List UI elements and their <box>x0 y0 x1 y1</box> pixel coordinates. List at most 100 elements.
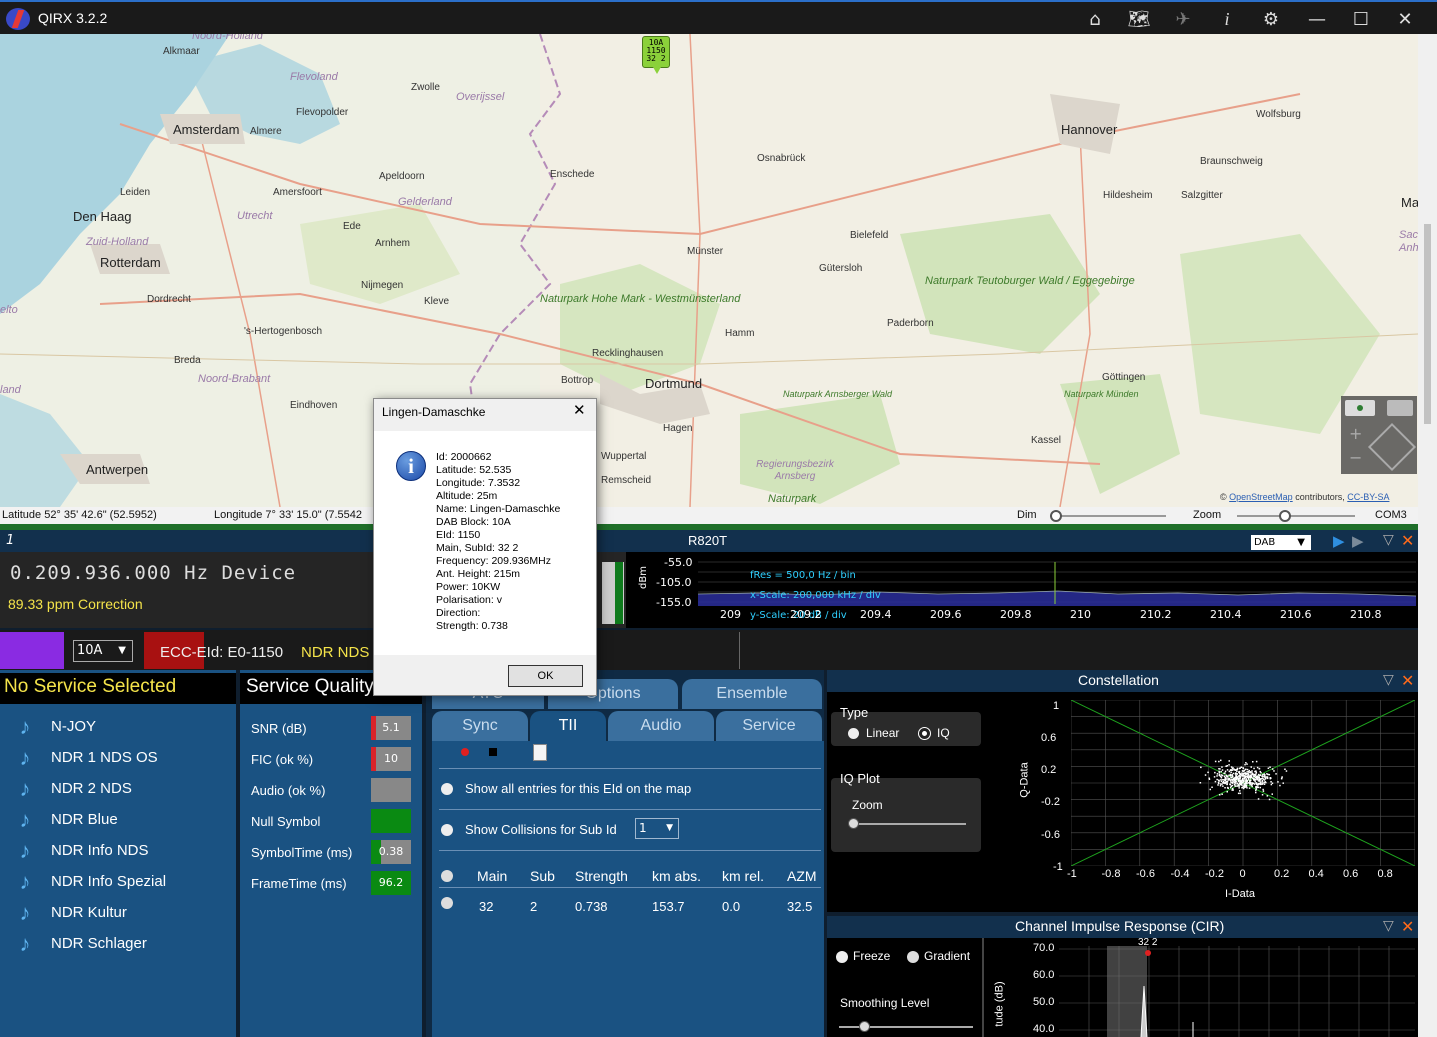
device-index: 1 <box>6 533 15 548</box>
zoom-out-icon[interactable]: − <box>1349 448 1362 467</box>
chevron-down-icon: ▼ <box>1297 537 1305 548</box>
layer-toggle-1[interactable] <box>1345 400 1375 416</box>
dim-slider-knob[interactable] <box>1050 510 1062 522</box>
zoom-slider[interactable] <box>848 818 966 829</box>
constellation-ytick: 0.6 <box>1041 732 1057 744</box>
dialog-close-icon[interactable]: ✕ <box>573 401 586 419</box>
gradient-checkbox[interactable] <box>907 951 919 963</box>
quality-label: SNR (dB) <box>251 721 307 736</box>
transmitter-marker[interactable]: 10A 1150 32 2 <box>642 36 670 74</box>
cir-body: Freeze Gradient Smoothing Level tude (dB… <box>827 937 1418 1037</box>
zoom-slider-knob[interactable] <box>848 818 859 829</box>
home-icon[interactable]: ⌂ <box>1075 5 1115 33</box>
close-icon[interactable]: ✕ <box>1401 531 1414 550</box>
city-label: Münster <box>687 246 724 257</box>
stop-icon[interactable] <box>489 748 497 756</box>
service-item[interactable]: ♪ NDR Info NDS <box>14 835 149 866</box>
record-icon[interactable] <box>461 748 469 756</box>
tab-sync[interactable]: Sync <box>432 711 528 741</box>
region-label: Overijssel <box>456 91 505 103</box>
show-all-radio[interactable] <box>441 783 453 795</box>
ok-button[interactable]: OK <box>508 665 583 687</box>
layer-toggle-2[interactable] <box>1387 400 1413 416</box>
collapse-icon[interactable]: ▽ <box>1383 672 1394 688</box>
spectrum-fres: fRes = 500,0 Hz / bin <box>750 570 856 581</box>
maximize-button[interactable]: ☐ <box>1341 5 1381 33</box>
city-label: Den Haag <box>73 209 132 224</box>
license-link[interactable]: CC-BY-SA <box>1347 492 1389 502</box>
constellation-xtick: -0.6 <box>1136 868 1155 880</box>
tii-column-header[interactable]: AZM <box>787 868 817 884</box>
info-icon[interactable]: i <box>1207 5 1247 33</box>
quality-title: Service Quality <box>246 676 374 697</box>
tab-tii[interactable]: TII <box>530 711 606 741</box>
region-label: land <box>0 384 21 396</box>
dim-slider[interactable] <box>1050 510 1166 522</box>
tii-cell: 32 <box>479 899 494 914</box>
map-view[interactable]: Alkmaar Amsterdam Almere Flevopolder Fle… <box>0 34 1418 507</box>
satellite-icon[interactable]: ✈ <box>1163 5 1203 33</box>
service-item[interactable]: ♪ NDR Blue <box>14 804 118 835</box>
service-name: NDR Info NDS <box>51 842 149 859</box>
block-select[interactable]: 10A ▼ <box>73 640 133 662</box>
tab-ensemble[interactable]: Ensemble <box>682 679 822 709</box>
linear-radio[interactable] <box>848 728 859 739</box>
constellation-title: Constellation <box>1078 672 1159 688</box>
osm-link[interactable]: OpenStreetMap <box>1229 492 1293 502</box>
city-label: Recklinghausen <box>592 348 664 359</box>
port-label: COM3 <box>1375 509 1407 521</box>
music-note-icon: ♪ <box>19 744 31 770</box>
service-item[interactable]: ♪ NDR Kultur <box>14 897 127 928</box>
map-scrollbar[interactable] <box>1418 34 1437 1037</box>
zoom-slider-knob[interactable] <box>1279 510 1291 522</box>
close-button[interactable]: ✕ <box>1385 5 1425 33</box>
zoom-in-icon[interactable]: + <box>1349 424 1362 443</box>
show-collisions-radio[interactable] <box>441 824 453 836</box>
tii-column-header[interactable]: Sub <box>530 868 555 884</box>
ensemble-bar: 10A ▼ ECC-EId: E0-1150 NDR NDS <box>0 630 1418 670</box>
tab-audio[interactable]: Audio <box>608 711 714 741</box>
collapse-icon[interactable]: ▽ <box>1383 918 1394 934</box>
select-all-checkbox[interactable] <box>441 870 453 882</box>
service-item[interactable]: ♪ NDR 1 NDS OS <box>14 742 158 773</box>
tii-column-header[interactable]: Main <box>477 868 507 884</box>
row-checkbox[interactable] <box>441 897 453 909</box>
iq-label: IQ <box>937 726 950 740</box>
close-icon[interactable]: ✕ <box>1401 917 1414 936</box>
service-item[interactable]: ♪ N-JOY <box>14 711 97 742</box>
spectrum-plot[interactable]: dBm -55.0 -105.0 -155.0 fRes = 500,0 Hz … <box>626 552 1418 628</box>
smoothing-slider-knob[interactable] <box>859 1021 870 1032</box>
service-item[interactable]: ♪ NDR 2 NDS <box>14 773 132 804</box>
minimize-button[interactable]: — <box>1297 5 1337 33</box>
freeze-radio[interactable] <box>836 951 848 963</box>
type-label: Type <box>840 705 869 720</box>
tii-column-header[interactable]: km abs. <box>652 868 701 884</box>
subid-select[interactable]: 1 ▼ <box>635 818 679 839</box>
iqplot-label: IQ Plot <box>840 771 880 786</box>
service-item[interactable]: ♪ NDR Schlager <box>14 928 147 959</box>
city-label: Gütersloh <box>819 263 863 274</box>
close-icon[interactable]: ✕ <box>1401 671 1414 690</box>
spectrum-xtick: 210.4 <box>1210 608 1242 621</box>
gear-icon[interactable]: ⚙ <box>1251 5 1291 33</box>
city-label: Wuppertal <box>601 451 647 462</box>
mode-select[interactable]: DAB ▼ <box>1251 535 1311 550</box>
tab-service[interactable]: Service <box>716 711 822 741</box>
iq-radio[interactable] <box>919 728 930 739</box>
tii-column-header[interactable]: Strength <box>575 868 628 884</box>
play-icon[interactable]: ▶ <box>1333 532 1345 550</box>
document-icon[interactable] <box>533 744 547 761</box>
transmitter-dialog: Lingen-Damaschke ✕ i Id: 2000662 Latitude… <box>373 398 597 696</box>
service-item[interactable]: ♪ NDR Info Spezial <box>14 866 167 897</box>
q-data-label: Q-Data <box>1018 762 1031 798</box>
play-next-icon[interactable]: ▶ <box>1352 532 1364 550</box>
ensemble-name: NDR NDS <box>301 644 370 661</box>
pan-control-icon[interactable] <box>1367 422 1417 472</box>
smoothing-slider[interactable] <box>839 1021 973 1032</box>
collapse-icon[interactable]: ▽ <box>1383 532 1394 548</box>
tii-column-header[interactable]: km rel. <box>722 868 764 884</box>
city-label: Enschede <box>550 169 595 180</box>
zoom-slider[interactable] <box>1237 510 1355 522</box>
scrollbar-thumb[interactable] <box>1424 224 1431 424</box>
map-icon[interactable]: 🗺 <box>1119 5 1159 33</box>
